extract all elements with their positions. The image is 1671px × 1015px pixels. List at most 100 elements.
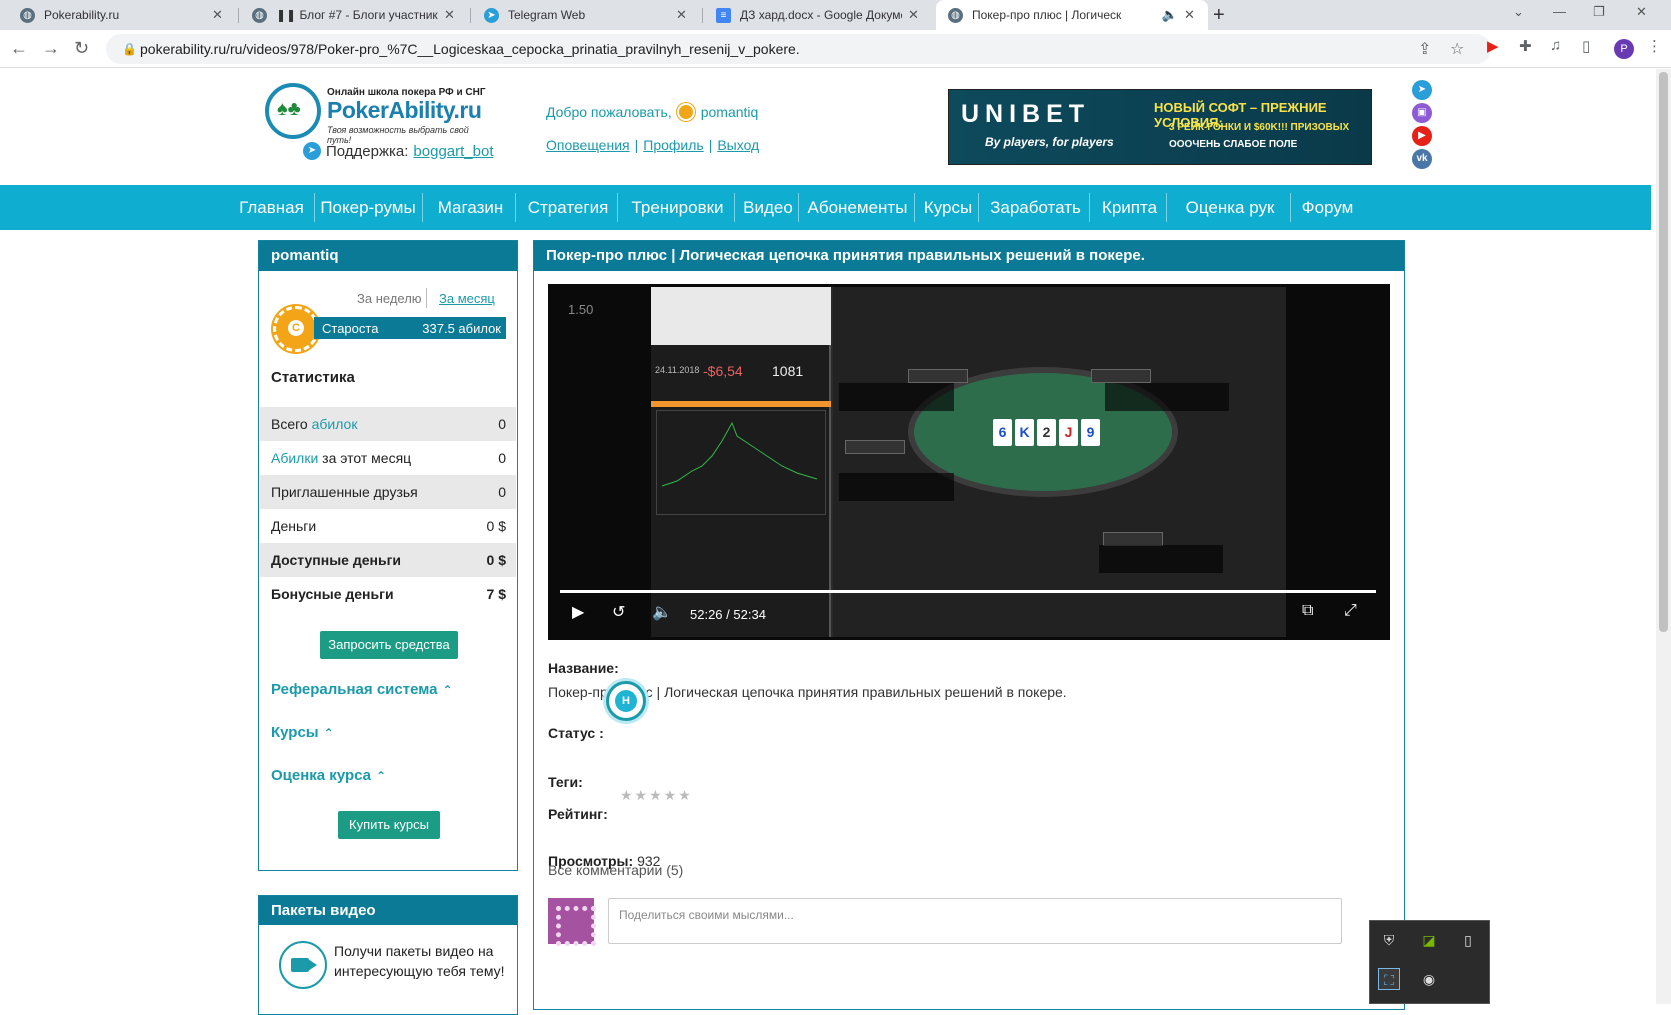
board-card: 2: [1037, 419, 1056, 446]
tab-active-video[interactable]: ◍ Покер-про плюс | Логическ 🔈 ✕: [936, 0, 1208, 30]
tab-telegram[interactable]: ➤ Telegram Web ✕: [472, 0, 700, 30]
logout-link[interactable]: Выход: [717, 137, 759, 153]
tab-search-icon[interactable]: ⌄: [1513, 4, 1524, 20]
logo-emblem-icon: [265, 83, 321, 139]
welcome-username[interactable]: pomantiq: [701, 104, 759, 120]
telegram-icon[interactable]: ➤: [1412, 80, 1432, 100]
commenter-avatar: [548, 898, 596, 946]
volume-icon[interactable]: 🔈: [652, 602, 672, 622]
nav-item[interactable]: Видео: [738, 185, 798, 230]
twitch-icon[interactable]: ▣: [1412, 103, 1432, 123]
courses-accordion[interactable]: Курсы ⌃: [271, 724, 334, 741]
nav-item[interactable]: Курсы: [918, 185, 978, 230]
usb-drive-icon[interactable]: ▯: [1457, 929, 1479, 951]
course-rating-accordion[interactable]: Оценка курса ⌃: [271, 767, 386, 784]
support-line: ➤ Поддержка: boggart_bot: [303, 142, 494, 160]
nav-item[interactable]: Заработать: [982, 185, 1089, 230]
tracker-toolbar: [651, 287, 831, 345]
new-tab-button[interactable]: +: [1213, 4, 1225, 27]
video-progress-bar[interactable]: [560, 590, 1376, 593]
buy-courses-button[interactable]: Купить курсы: [338, 811, 440, 839]
nav-item[interactable]: Оценка рук: [1170, 185, 1290, 230]
picture-in-picture-icon[interactable]: ⧉: [1302, 602, 1313, 620]
nav-item[interactable]: Крипта: [1093, 185, 1166, 230]
media-control-icon[interactable]: ♫: [1550, 37, 1561, 54]
nav-separator: [978, 193, 979, 222]
nav-separator: [798, 193, 799, 222]
discord-icon[interactable]: ◉: [1418, 968, 1440, 990]
site-logo[interactable]: Онлайн школа покера РФ и СНГ PokerAbilit…: [265, 83, 495, 145]
fullscreen-icon[interactable]: ⤢: [1344, 602, 1357, 620]
play-icon[interactable]: ▶: [572, 602, 584, 622]
maximize-button[interactable]: ❐: [1593, 4, 1605, 20]
nav-item[interactable]: Абонементы: [801, 185, 914, 230]
unibet-banner[interactable]: UNIBET By players, for players НОВЫЙ СОФ…: [948, 89, 1372, 165]
banner-line-1: 3 РЕЙК-ГОНКИ И $60K!!! ПРИЗОВЫХ: [1169, 122, 1350, 133]
close-tab-icon[interactable]: ✕: [908, 7, 922, 23]
close-window-button[interactable]: ✕: [1636, 4, 1647, 20]
url-field[interactable]: 🔒 pokerability.ru/ru/videos/978/Poker-pr…: [106, 34, 1491, 64]
stats-row: Деньги 0 $: [260, 509, 516, 543]
tab-google-docs[interactable]: ≡ ДЗ хард.docx - Google Докумен ✕: [704, 0, 932, 30]
rewind-10-icon[interactable]: ↺: [612, 602, 625, 622]
side-panel-icon[interactable]: ▯: [1582, 37, 1590, 55]
profile-avatar[interactable]: P: [1614, 39, 1634, 59]
stats-value: 0 $: [486, 552, 506, 568]
extensions-puzzle-icon[interactable]: ✚: [1519, 37, 1532, 55]
nav-separator: [515, 193, 516, 222]
tracker-divider: [651, 401, 831, 407]
nav-item[interactable]: Тренировки: [621, 185, 734, 230]
minimize-button[interactable]: —: [1553, 4, 1566, 19]
menu-kebab-icon[interactable]: ⋮: [1647, 37, 1662, 55]
close-tab-icon[interactable]: ✕: [444, 7, 458, 23]
nav-item[interactable]: Стратегия: [519, 185, 617, 230]
video-packs-text[interactable]: Получи пакеты видео на интересующую тебя…: [334, 941, 512, 981]
profile-link[interactable]: Профиль: [643, 137, 703, 153]
security-shield-icon[interactable]: ⛨: [1378, 929, 1400, 951]
period-week-toggle[interactable]: За неделю: [357, 291, 422, 306]
share-icon[interactable]: ⇪: [1418, 39, 1431, 59]
support-bot-link[interactable]: boggart_bot: [413, 143, 493, 160]
playback-speed[interactable]: 1.50: [568, 302, 593, 317]
back-icon[interactable]: ←: [10, 38, 28, 59]
telegram-icon: ➤: [303, 142, 321, 160]
period-month-toggle[interactable]: За месяц: [439, 291, 495, 306]
screen-capture-icon[interactable]: ⛶: [1378, 968, 1400, 990]
stats-row: Абилки за этот месяц 0: [260, 441, 516, 475]
nav-item[interactable]: Форум: [1294, 185, 1361, 230]
reload-icon[interactable]: ↻: [74, 38, 89, 59]
tab-title: Pokerability.ru: [44, 8, 120, 22]
close-tab-icon[interactable]: ✕: [676, 7, 690, 23]
youtube-extension-icon[interactable]: ▶: [1487, 37, 1499, 55]
nvidia-icon[interactable]: ◪: [1418, 929, 1440, 951]
stats-label: Всего: [271, 416, 312, 432]
player-seat: [845, 440, 905, 454]
status-badge: Н: [606, 681, 646, 721]
tab-blog[interactable]: ◍ ❚❚ Блог #7 - Блоги участников 2 ✕: [240, 0, 468, 30]
notifications-link[interactable]: Оповещения: [546, 137, 630, 153]
rating-stars[interactable]: ★★★★★: [620, 787, 693, 804]
comment-input[interactable]: Поделиться своими мыслями...: [608, 898, 1342, 944]
tab-pokerability[interactable]: ◍ Pokerability.ru ✕: [8, 0, 236, 30]
forward-icon[interactable]: →: [42, 38, 60, 59]
nav-item[interactable]: Покер-румы: [314, 185, 422, 230]
close-tab-icon[interactable]: ✕: [1184, 7, 1198, 23]
address-bar-row: ← → ↻ 🔒 pokerability.ru/ru/videos/978/Po…: [0, 30, 1671, 68]
vk-icon[interactable]: vk: [1412, 149, 1432, 169]
scrollbar-thumb[interactable]: [1659, 72, 1668, 632]
referral-accordion[interactable]: Реферальная система ⌃: [271, 681, 453, 698]
stats-label[interactable]: абилок: [312, 416, 358, 432]
audio-icon[interactable]: 🔈: [1162, 7, 1178, 23]
nav-item[interactable]: Главная: [229, 185, 314, 230]
lock-icon[interactable]: 🔒: [122, 42, 137, 56]
nav-item[interactable]: Магазин: [426, 185, 515, 230]
stats-label[interactable]: Абилки: [271, 450, 318, 466]
bookmark-star-icon[interactable]: ☆: [1450, 39, 1464, 59]
globe-icon: ◍: [252, 7, 267, 23]
request-funds-button[interactable]: Запросить средства: [320, 631, 458, 659]
video-player[interactable]: 1.50 24.11.2018 -$6,54 1081 6K2J9 ▶ ↺ 🔈 …: [548, 284, 1390, 640]
youtube-icon[interactable]: ▶: [1412, 126, 1432, 146]
session-hands: 1081: [772, 363, 804, 379]
poker-table-view: 6K2J9: [833, 287, 1286, 637]
close-tab-icon[interactable]: ✕: [212, 7, 226, 23]
